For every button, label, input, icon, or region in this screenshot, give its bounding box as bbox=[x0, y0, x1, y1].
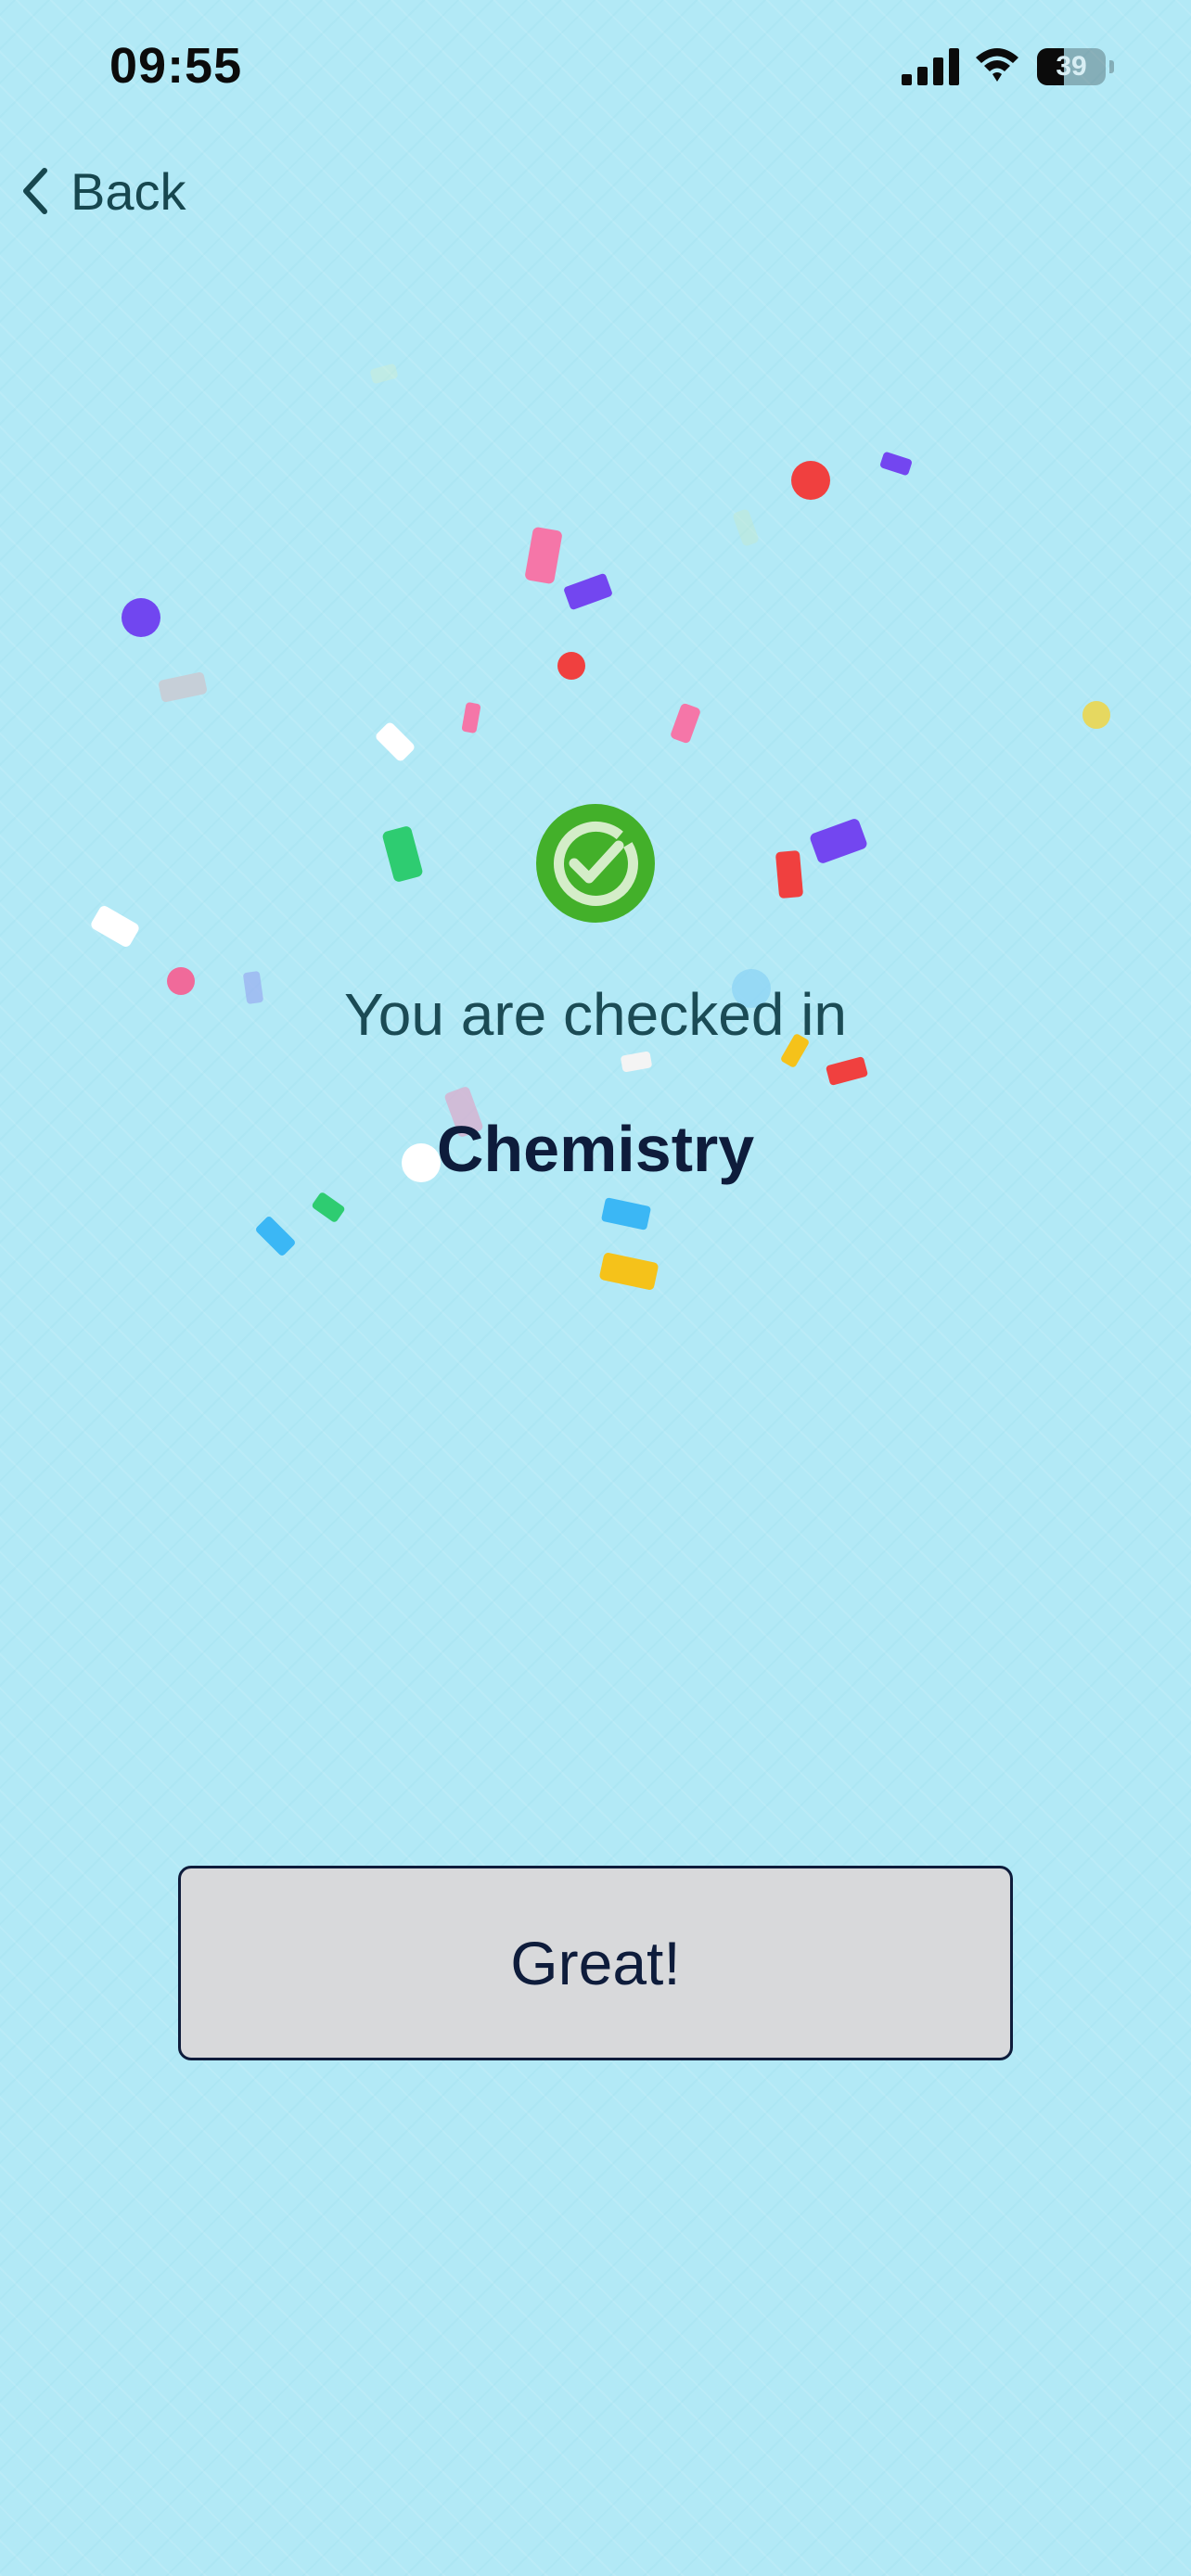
confetti-piece bbox=[733, 509, 759, 546]
confetti-piece bbox=[557, 652, 585, 680]
status-bar: 09:55 39 bbox=[0, 0, 1191, 130]
confetti-piece bbox=[461, 702, 481, 733]
battery-level: 39 bbox=[1056, 51, 1087, 82]
class-name: Chemistry bbox=[436, 1113, 755, 1185]
confetti-piece bbox=[791, 461, 830, 500]
confetti-piece bbox=[826, 1056, 868, 1086]
confetti-piece bbox=[370, 363, 398, 384]
confetti-piece bbox=[158, 671, 208, 703]
confetti-piece bbox=[880, 452, 912, 476]
confetti-piece bbox=[91, 906, 139, 947]
status-time: 09:55 bbox=[109, 38, 243, 94]
confetti-piece bbox=[621, 1051, 652, 1073]
confetti-piece bbox=[525, 527, 562, 584]
chevron-left-icon bbox=[23, 168, 47, 214]
confetti-piece bbox=[122, 598, 160, 637]
cellular-signal-icon bbox=[902, 48, 959, 85]
check-circle-icon bbox=[536, 804, 655, 923]
confetti-piece bbox=[312, 1192, 345, 1222]
confetti-decoration bbox=[91, 363, 1110, 1290]
great-button[interactable]: Great! bbox=[178, 1866, 1013, 2060]
confetti-piece bbox=[1082, 701, 1110, 729]
confetti-piece bbox=[256, 1217, 295, 1256]
battery-body: 39 bbox=[1037, 48, 1106, 85]
checked-in-message: You are checked in bbox=[343, 981, 848, 1048]
confetti-piece bbox=[601, 1197, 651, 1231]
confetti-piece bbox=[775, 850, 803, 899]
back-label: Back bbox=[70, 161, 186, 221]
wifi-icon bbox=[976, 48, 1018, 82]
confetti-piece bbox=[564, 573, 612, 610]
confetti-piece bbox=[376, 722, 415, 761]
confetti-piece bbox=[671, 703, 700, 744]
confetti-piece bbox=[599, 1253, 659, 1290]
back-button[interactable]: Back bbox=[17, 156, 186, 226]
battery-tip bbox=[1109, 60, 1114, 73]
confetti-piece bbox=[810, 819, 867, 863]
confetti-piece bbox=[382, 826, 423, 882]
battery-icon: 39 bbox=[1037, 48, 1115, 85]
